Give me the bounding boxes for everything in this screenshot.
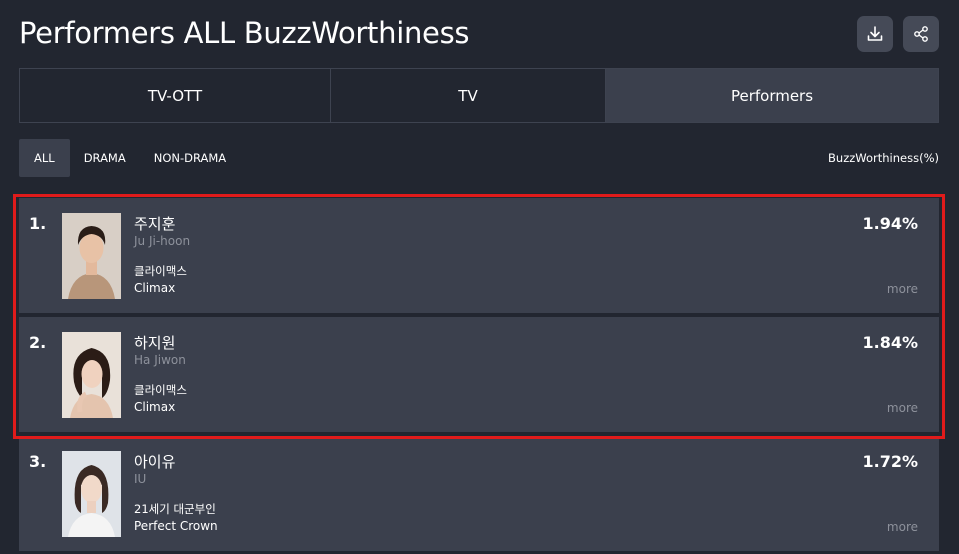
show-title-english: Perfect Crown (134, 519, 218, 533)
tab-tv[interactable]: TV (330, 69, 605, 122)
buzz-percentage: 1.94% (862, 214, 918, 233)
metric-label: BuzzWorthiness(%) (828, 151, 939, 165)
performer-photo (62, 451, 121, 537)
show-title-korean: 클라이맥스 (134, 383, 187, 397)
category-tabs: TV-OTT TV Performers (19, 68, 939, 123)
show-title-korean: 21세기 대군부인 (134, 502, 216, 516)
tab-tv-ott[interactable]: TV-OTT (20, 69, 330, 122)
performer-photo (62, 213, 121, 299)
buzz-percentage: 1.84% (862, 333, 918, 352)
more-link[interactable]: more (887, 520, 918, 534)
share-button[interactable] (903, 16, 939, 52)
filter-drama[interactable]: DRAMA (70, 139, 140, 177)
rank-number: 2. (29, 333, 47, 352)
filter-non-drama[interactable]: NON-DRAMA (140, 139, 240, 177)
buzz-percentage: 1.72% (862, 452, 918, 471)
ranking-card[interactable]: 3. 아이유 IU 21세기 대군부인 Perfect Crown 1.72% … (19, 436, 939, 551)
performer-name-english: Ha Jiwon (134, 353, 186, 367)
genre-filters: ALL DRAMA NON-DRAMA (19, 139, 240, 177)
show-title-english: Climax (134, 400, 176, 414)
show-title-english: Climax (134, 281, 176, 295)
performer-name-english: Ju Ji-hoon (134, 234, 191, 248)
ranking-card[interactable]: 2. 하지원 Ha Jiwon 클라이맥스 Climax 1.84% more (19, 317, 939, 432)
more-link[interactable]: more (887, 282, 918, 296)
performer-name-english: IU (134, 472, 147, 486)
filter-all[interactable]: ALL (19, 139, 70, 177)
show-title-korean: 클라이맥스 (134, 264, 187, 278)
download-button[interactable] (857, 16, 893, 52)
ranking-card[interactable]: 1. 주지훈 Ju Ji-hoon 클라이맥스 Climax 1.94% mor… (19, 198, 939, 313)
performer-name-korean: 하지원 (134, 334, 176, 352)
page: Performers ALL BuzzWorthiness TV-OTT TV … (0, 0, 959, 554)
more-link[interactable]: more (887, 401, 918, 415)
download-icon (867, 26, 883, 41)
share-icon (914, 26, 928, 42)
performer-name-korean: 주지훈 (134, 215, 176, 233)
page-title: Performers ALL BuzzWorthiness (19, 16, 470, 50)
tab-performers[interactable]: Performers (605, 69, 938, 122)
rank-number: 1. (29, 214, 47, 233)
rank-number: 3. (29, 452, 47, 471)
performer-name-korean: 아이유 (134, 453, 176, 471)
performer-photo (62, 332, 121, 418)
